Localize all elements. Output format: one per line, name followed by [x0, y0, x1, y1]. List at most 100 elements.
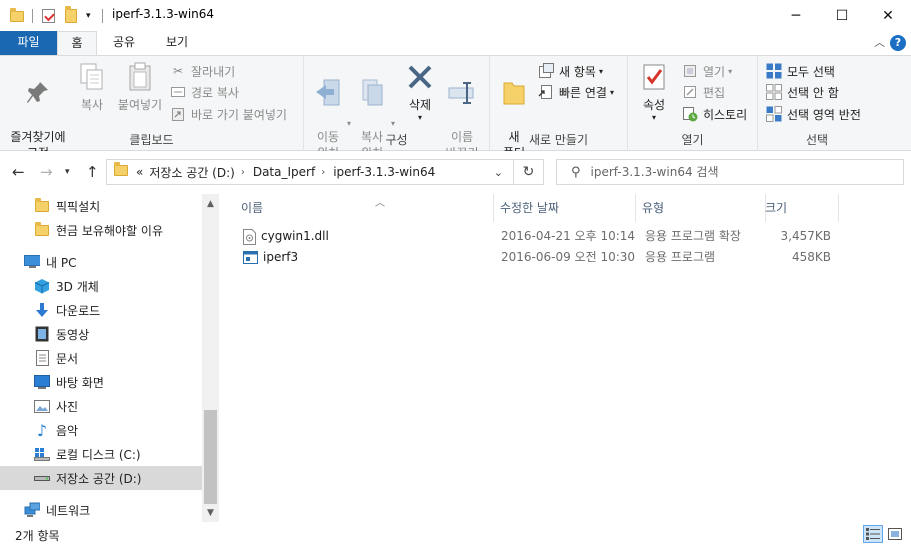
- ribbon-tabs: 파일 홈 공유 보기 ︿ ?: [0, 31, 911, 56]
- invert-selection-button[interactable]: 선택 영역 반전: [766, 104, 861, 124]
- paste-button[interactable]: 붙여넣기: [114, 60, 166, 113]
- open-button[interactable]: 열기 ▾: [682, 61, 732, 81]
- file-modified: 2016-04-21 오후 10:14: [501, 229, 636, 243]
- history-icon: [682, 106, 698, 122]
- clipboard-group-label: 클립보드: [129, 133, 174, 147]
- column-header-name[interactable]: 이름 ︿: [235, 194, 494, 222]
- file-size: 3,457KB: [780, 229, 831, 243]
- nav-item-music[interactable]: ♪ 음악: [0, 418, 202, 442]
- music-note-icon: ♪: [36, 420, 48, 440]
- tab-home[interactable]: 홈: [57, 31, 97, 56]
- open-group: 속성 ▾ 열기 ▾ 편집 히스토리 열기: [628, 56, 758, 152]
- select-all-button[interactable]: 모두 선택: [766, 61, 835, 81]
- new-item-button[interactable]: 새 항목 ▾: [538, 61, 603, 81]
- breadcrumb-iperf-folder[interactable]: iperf-3.1.3-win64: [333, 165, 435, 179]
- maximize-button[interactable]: ☐: [819, 0, 865, 31]
- item-count: 2개 항목: [15, 529, 60, 543]
- scissors-icon: ✂: [172, 64, 184, 78]
- properties-button[interactable]: 속성 ▾: [634, 60, 674, 123]
- file-list: 이름 ︿ 수정한 날짜 유형 크기 cygwin1.dll 2016-04-21…: [219, 194, 911, 522]
- nav-item-network[interactable]: 네트워크: [0, 498, 202, 522]
- refresh-icon[interactable]: ↻: [514, 159, 544, 185]
- window-title: iperf-3.1.3-win64: [112, 7, 215, 21]
- nav-item-pickpick[interactable]: 픽픽설치: [0, 194, 202, 218]
- new-group: 새 폴더 새 항목▾ 빠른 연결▾ 새로 만들기: [490, 56, 628, 160]
- nav-item-storage-d[interactable]: 저장소 공간 (D:): [0, 466, 202, 490]
- paste-shortcut-button[interactable]: 바로 가기 붙여넣기: [170, 104, 287, 124]
- open-group-label: 열기: [681, 133, 704, 147]
- dll-file-icon: [243, 228, 256, 245]
- rename-icon: [446, 76, 478, 110]
- network-icon: [24, 502, 40, 518]
- copy-path-icon: [170, 84, 186, 100]
- select-all-icon: [766, 63, 782, 79]
- tab-file[interactable]: 파일: [0, 31, 57, 55]
- column-header-modified[interactable]: 수정한 날짜: [494, 194, 636, 222]
- column-header-type[interactable]: 유형: [636, 194, 766, 222]
- properties-check-icon: [638, 60, 670, 94]
- file-row-iperf3[interactable]: iperf3 2016-06-09 오전 10:30 응용 프로그램 458KB: [239, 247, 831, 268]
- address-bar[interactable]: « 저장소 공간 (D:) › Data_Iperf › iperf-3.1.3…: [106, 159, 514, 185]
- tab-share[interactable]: 공유: [102, 31, 146, 55]
- nav-item-downloads[interactable]: 다운로드: [0, 298, 202, 322]
- easy-access-button[interactable]: 빠른 연결 ▾: [538, 82, 614, 102]
- file-row-cygwin1-dll[interactable]: cygwin1.dll 2016-04-21 오후 10:14 응용 프로그램 …: [239, 226, 831, 247]
- file-name: cygwin1.dll: [261, 229, 329, 243]
- cut-button[interactable]: ✂ 잘라내기: [170, 61, 235, 81]
- divider: [102, 6, 103, 26]
- back-arrow-icon[interactable]: ←: [12, 163, 25, 181]
- nav-item-local-disk-c[interactable]: 로컬 디스크 (C:): [0, 442, 202, 466]
- help-icon[interactable]: ?: [890, 35, 906, 51]
- file-size: 458KB: [791, 250, 831, 264]
- large-icons-view-icon[interactable]: [885, 525, 905, 543]
- nav-item-pictures[interactable]: 사진: [0, 394, 202, 418]
- chevron-right-icon[interactable]: ›: [241, 167, 245, 178]
- recent-locations-chevron-icon[interactable]: ▾: [65, 167, 70, 177]
- nav-item-desktop[interactable]: 바탕 화면: [0, 370, 202, 394]
- nav-item-3d-objects[interactable]: 3D 개체: [0, 274, 202, 298]
- copy-button[interactable]: 복사: [72, 60, 112, 113]
- select-group-label: 선택: [805, 133, 829, 147]
- minimize-button[interactable]: ─: [773, 0, 819, 31]
- search-box[interactable]: ⚲: [556, 159, 904, 185]
- breadcrumb-overflow[interactable]: «: [136, 165, 143, 179]
- edit-button[interactable]: 편집: [682, 82, 725, 102]
- history-button[interactable]: 히스토리: [682, 104, 747, 124]
- nav-item-videos[interactable]: 동영상: [0, 322, 202, 346]
- copy-path-button[interactable]: 경로 복사: [170, 82, 239, 102]
- scroll-thumb[interactable]: [204, 410, 217, 504]
- ribbon-collapse-icon[interactable]: ︿: [874, 34, 885, 50]
- new-folder-quick-button[interactable]: [65, 6, 77, 26]
- details-view-icon[interactable]: [863, 525, 883, 543]
- chevron-right-icon[interactable]: ›: [321, 167, 325, 178]
- search-input[interactable]: [590, 165, 891, 179]
- nav-item-this-pc[interactable]: 내 PC: [0, 250, 202, 274]
- folder-icon: [10, 6, 24, 26]
- pc-monitor-icon: [24, 254, 40, 270]
- chevron-down-icon: ▾: [346, 119, 351, 128]
- select-none-button[interactable]: 선택 안 함: [766, 82, 839, 102]
- breadcrumb-drive-d[interactable]: 저장소 공간 (D:): [149, 164, 234, 181]
- tab-view[interactable]: 보기: [155, 31, 199, 55]
- scroll-down-arrow-icon[interactable]: ▼: [202, 505, 219, 522]
- scroll-up-arrow-icon[interactable]: ▲: [202, 196, 219, 213]
- title-bar: ▾ iperf-3.1.3-win64 ─ ☐ ✕: [0, 0, 911, 31]
- nav-item-documents[interactable]: 문서: [0, 346, 202, 370]
- delete-button[interactable]: 삭제 ▾: [402, 60, 438, 123]
- paste-icon: [124, 60, 156, 94]
- close-button[interactable]: ✕: [865, 0, 911, 31]
- chevron-down-icon: ▾: [417, 113, 422, 122]
- up-arrow-icon[interactable]: ↑: [86, 163, 99, 181]
- properties-quick-button[interactable]: [42, 6, 55, 26]
- search-icon: ⚲: [571, 164, 581, 180]
- forward-arrow-icon[interactable]: →: [40, 163, 53, 181]
- quick-access-dropdown[interactable]: ▾: [86, 6, 91, 26]
- copy-icon: [76, 60, 108, 94]
- nav-pane-scrollbar[interactable]: ▲ ▼: [202, 194, 219, 522]
- nav-item-cash-reason[interactable]: 현금 보유해야할 이유: [0, 218, 202, 242]
- address-dropdown-icon[interactable]: ⌄: [494, 166, 503, 179]
- open-icon: [682, 63, 698, 79]
- column-header-size[interactable]: 크기: [759, 194, 839, 222]
- chevron-down-icon: ▾: [598, 66, 603, 76]
- breadcrumb-data-iperf[interactable]: Data_Iperf: [253, 165, 315, 179]
